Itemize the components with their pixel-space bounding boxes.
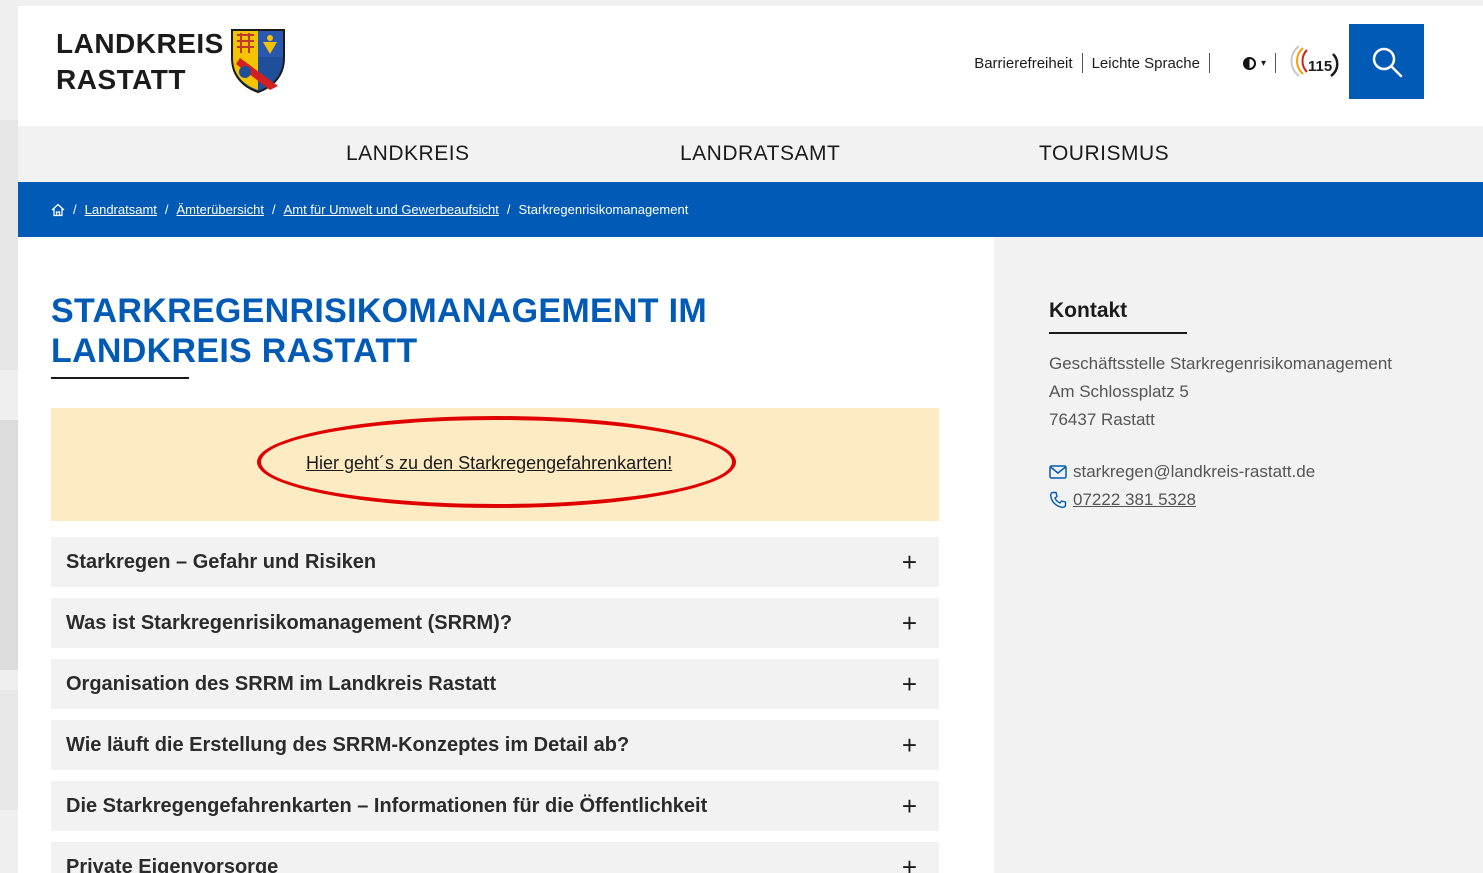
- breadcrumb-landratsamt[interactable]: Landratsamt: [85, 202, 157, 217]
- plus-icon: +: [901, 730, 917, 760]
- page-title: STARKREGENRISIKOMANAGEMENT IM LANDKREIS …: [51, 292, 707, 370]
- logo-line-2: RASTATT: [56, 64, 186, 95]
- divider: [1208, 53, 1210, 73]
- accordion-item[interactable]: Organisation des SRRM im Landkreis Rasta…: [51, 659, 939, 709]
- contact-email: starkregen@landkreis-rastatt.de: [1049, 462, 1315, 482]
- breadcrumb-separator: /: [506, 202, 511, 217]
- breadcrumb-current: Starkregenrisikomanagement: [518, 202, 689, 217]
- plus-icon: +: [901, 608, 917, 638]
- site-logo[interactable]: LANDKREIS RASTATT: [56, 26, 224, 98]
- accordion-item[interactable]: Die Starkregengefahrenkarten – Informati…: [51, 781, 939, 831]
- nav-item-tourismus[interactable]: TOURISMUS: [1039, 142, 1169, 166]
- breadcrumb-separator: /: [271, 202, 276, 217]
- email-link[interactable]: starkregen@landkreis-rastatt.de: [1073, 462, 1315, 482]
- contact-title: Kontakt: [1049, 299, 1128, 322]
- nav-item-landratsamt[interactable]: LANDRATSAMT: [680, 142, 840, 166]
- accordion-item-label: Organisation des SRRM im Landkreis Rasta…: [66, 672, 497, 695]
- 115-service-icon[interactable]: 115: [1285, 40, 1341, 86]
- 115-logo-graphic: 115: [1290, 45, 1339, 77]
- page-background: [0, 0, 18, 873]
- home-icon-graphic: [51, 203, 65, 216]
- plus-icon: +: [901, 547, 917, 577]
- breadcrumb-separator: /: [164, 202, 169, 217]
- coat-of-arms-icon[interactable]: [230, 28, 286, 94]
- contact-title-underline: [1049, 332, 1187, 334]
- accordion: Starkregen – Gefahr und Risiken + Was is…: [51, 537, 939, 873]
- title-underline: [51, 377, 189, 379]
- plus-icon: +: [901, 791, 917, 821]
- accordion-item[interactable]: Private Eigenvorsorge +: [51, 842, 939, 873]
- chevron-down-icon: ▾: [1260, 57, 1266, 69]
- search-icon: [1372, 47, 1402, 77]
- utility-nav: Barrierefreiheit Leichte Sprache ▾ 115: [974, 45, 1341, 78]
- breadcrumb-separator: /: [73, 202, 77, 217]
- search-button[interactable]: [1349, 24, 1424, 99]
- mail-icon: [1049, 465, 1067, 479]
- accordion-item-label: Wie läuft die Erstellung des SRRM-Konzep…: [66, 733, 630, 756]
- contact-phone: 07222 381 5328: [1049, 490, 1196, 510]
- contact-address: Geschäftsstelle Starkregenrisikomanageme…: [1049, 350, 1392, 434]
- main-content: STARKREGENRISIKOMANAGEMENT IM LANDKREIS …: [18, 237, 994, 873]
- contrast-toggle[interactable]: ▾: [1242, 56, 1266, 70]
- nav-item-landkreis[interactable]: LANDKREIS: [346, 142, 470, 166]
- background-shape: [0, 690, 18, 810]
- notice-box: Hier geht´s zu den Starkregengefahrenkar…: [51, 408, 939, 521]
- main-navigation: LANDKREIS LANDRATSAMT TOURISMUS: [18, 126, 1483, 182]
- address-line: 76437 Rastatt: [1049, 410, 1155, 429]
- accordion-item[interactable]: Wie läuft die Erstellung des SRRM-Konzep…: [51, 720, 939, 770]
- barrierefreiheit-link[interactable]: Barrierefreiheit: [974, 55, 1072, 72]
- contact-sidebar: Kontakt Geschäftsstelle Starkregenrisiko…: [994, 237, 1483, 873]
- contrast-icon: [1242, 56, 1256, 70]
- address-line: Am Schlossplatz 5: [1049, 382, 1189, 401]
- address-line: Geschäftsstelle Starkregenrisikomanageme…: [1049, 354, 1392, 373]
- accordion-item-label: Die Starkregengefahrenkarten – Informati…: [66, 794, 708, 817]
- accordion-item-label: Private Eigenvorsorge: [66, 855, 279, 873]
- phone-link[interactable]: 07222 381 5328: [1073, 490, 1196, 510]
- site-header: LANDKREIS RASTATT Barrierefreiheit Leich…: [18, 6, 1483, 126]
- plus-icon: +: [901, 852, 917, 873]
- leichte-sprache-link[interactable]: Leichte Sprache: [1092, 55, 1200, 72]
- phone-icon: [1049, 491, 1067, 509]
- breadcrumb-aemteruebersicht[interactable]: Ämterübersicht: [177, 202, 264, 217]
- breadcrumb: / Landratsamt / Ämterübersicht / Amt für…: [18, 182, 1483, 237]
- logo-line-1: LANDKREIS: [56, 28, 224, 59]
- background-shape: [0, 120, 18, 370]
- breadcrumb-amt-umwelt[interactable]: Amt für Umwelt und Gewerbeaufsicht: [284, 202, 499, 217]
- page: LANDKREIS RASTATT Barrierefreiheit Leich…: [18, 6, 1483, 873]
- accordion-item-label: Starkregen – Gefahr und Risiken: [66, 550, 377, 573]
- home-icon[interactable]: [51, 203, 65, 217]
- 115-badge-text: 115: [1308, 58, 1332, 75]
- accordion-item[interactable]: Was ist Starkregenrisikomanagement (SRRM…: [51, 598, 939, 648]
- plus-icon: +: [901, 669, 917, 699]
- accordion-item[interactable]: Starkregen – Gefahr und Risiken +: [51, 537, 939, 587]
- accordion-item-label: Was ist Starkregenrisikomanagement (SRRM…: [66, 611, 513, 634]
- divider: [1275, 53, 1276, 73]
- background-shape: [0, 420, 18, 670]
- hazard-maps-link[interactable]: Hier geht´s zu den Starkregengefahrenkar…: [306, 453, 672, 474]
- divider: [1081, 53, 1083, 73]
